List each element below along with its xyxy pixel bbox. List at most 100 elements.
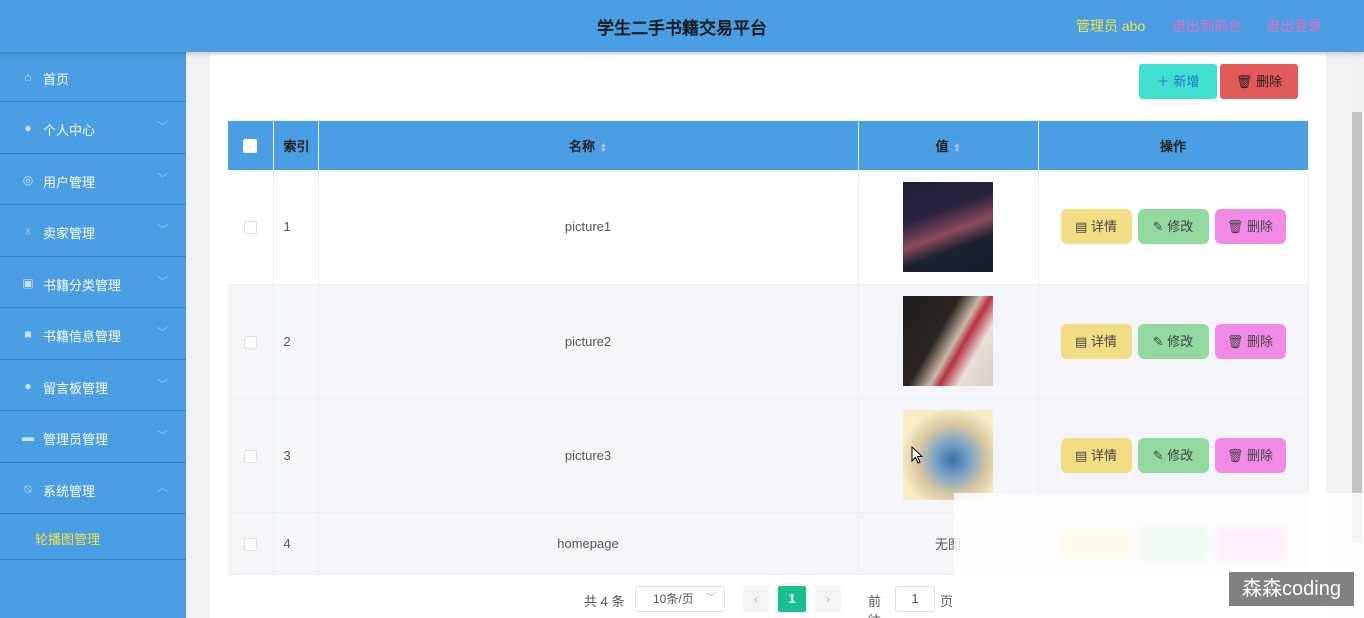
- batch-delete-button[interactable]: 🗑 删除: [1220, 64, 1298, 99]
- row-checkbox-cell: [228, 284, 274, 399]
- row-value: [858, 284, 1039, 399]
- goto-page-input[interactable]: 1: [895, 586, 935, 612]
- sidebar-item-label: 个人中心: [43, 123, 96, 138]
- row-index: 3: [273, 398, 319, 513]
- column-header-value[interactable]: 值 ▲ ▼: [858, 121, 1039, 170]
- book-icon: ■: [24, 327, 32, 341]
- pencil-icon: ✎: [1152, 447, 1168, 463]
- thumbnail-image[interactable]: [903, 181, 993, 272]
- sidebar-item-message-board-management[interactable]: ● 留言板管理 ﹀: [0, 360, 186, 411]
- compass-icon: ◎: [22, 172, 34, 187]
- row-checkbox[interactable]: [243, 449, 257, 463]
- chevron-right-icon: ›: [825, 591, 831, 606]
- page-size-select[interactable]: 10条/页 ﹀: [635, 586, 725, 612]
- sidebar-item-book-info-management[interactable]: ■ 书籍信息管理 ﹀: [0, 308, 186, 360]
- trash-icon: 🗑: [1226, 219, 1248, 235]
- user-icon: ●: [24, 378, 32, 393]
- detail-button[interactable]: ▤ 详情: [1060, 437, 1132, 473]
- bell-off-icon: ⍉: [24, 481, 32, 496]
- trash-icon: 🗑: [1226, 333, 1248, 349]
- pencil-icon: ✎: [1152, 219, 1168, 235]
- goto-label: 前往: [868, 594, 882, 618]
- sidebar-item-label: 卖家管理: [43, 226, 96, 241]
- sidebar-item-label: 管理员管理: [43, 432, 109, 447]
- edit-button[interactable]: ✎ 修改: [1137, 209, 1209, 245]
- edit-button-label: 修改: [1167, 219, 1194, 235]
- delete-button[interactable]: 🗑 删除: [1214, 323, 1286, 359]
- chevron-down-icon: ﹀: [157, 430, 168, 442]
- admin-user-label: 管理员 abo: [1076, 18, 1146, 34]
- watermark: 森森coding: [1229, 572, 1354, 606]
- sidebar-item-admin-management[interactable]: ▬ 管理员管理 ﹀: [0, 411, 186, 463]
- prev-page-button[interactable]: ‹: [743, 586, 769, 612]
- sidebar-item-user-management[interactable]: ◎ 用户管理 ﹀: [0, 154, 186, 205]
- sidebar-item-book-category-management[interactable]: ▣ 书籍分类管理 ﹀: [0, 257, 186, 308]
- chevron-down-icon: ﹀: [157, 275, 168, 288]
- row-checkbox[interactable]: [243, 335, 257, 349]
- edit-button[interactable]: ✎ 修改: [1137, 323, 1209, 359]
- trash-icon: 🗑: [1226, 447, 1248, 463]
- add-button[interactable]: ＋ 新增: [1139, 64, 1217, 99]
- row-index: 2: [273, 284, 319, 399]
- sidebar-item-system-management[interactable]: ⍉ 系统管理 ︿: [0, 463, 186, 514]
- document-icon: ▤: [1075, 219, 1091, 235]
- column-header-name[interactable]: 名称 ▲ ▼: [318, 121, 859, 170]
- column-header-actions: 操作: [1038, 121, 1309, 170]
- sidebar-subitem-carousel-management[interactable]: 轮播图管理: [0, 514, 186, 560]
- column-header-name-label: 名称: [569, 139, 596, 154]
- row-value: [858, 170, 1039, 285]
- chevron-up-icon: ︿: [157, 481, 168, 494]
- row-name: picture1: [318, 170, 859, 285]
- sidebar-item-home[interactable]: ⌂ 首页: [0, 52, 186, 102]
- row-checkbox[interactable]: [243, 221, 257, 235]
- row-checkbox-cell: [228, 398, 274, 513]
- detail-button-label: 详情: [1090, 333, 1117, 349]
- row-name: homepage: [318, 512, 859, 575]
- page-size-value: 10条/页: [653, 592, 694, 606]
- edit-button[interactable]: ✎ 修改: [1137, 437, 1209, 473]
- chevron-down-icon: ﹀: [157, 224, 168, 236]
- detail-button[interactable]: ▤ 详情: [1060, 323, 1132, 359]
- mouse-cursor-icon: [911, 446, 923, 464]
- column-header-index: 索引: [273, 121, 319, 170]
- row-name: picture2: [318, 284, 859, 399]
- sidebar-item-label: 留言板管理: [43, 380, 109, 396]
- row-index: 1: [273, 170, 319, 285]
- row-index: 4: [273, 512, 319, 575]
- delete-button[interactable]: 🗑 删除: [1214, 209, 1286, 245]
- thumbnail-image[interactable]: [903, 296, 993, 386]
- ticket-icon: ▬: [22, 430, 34, 444]
- detail-button[interactable]: ▤ 详情: [1060, 209, 1132, 245]
- current-page-button[interactable]: 1: [778, 586, 806, 612]
- sidebar-item-personal-center[interactable]: ● 个人中心 ﹀: [0, 102, 186, 154]
- trash-icon: 🗑: [1235, 74, 1253, 89]
- sort-icon[interactable]: ▲ ▼: [954, 142, 961, 154]
- logout-link[interactable]: 退出登录: [1266, 16, 1322, 36]
- edit-button-label: 修改: [1167, 333, 1194, 349]
- chevron-down-icon: ﹀: [157, 172, 168, 185]
- row-checkbox-cell: [228, 170, 274, 285]
- row-actions: ▤ 详情 ✎ 修改 🗑 删除: [1038, 284, 1309, 399]
- next-page-button[interactable]: ›: [815, 586, 841, 612]
- plus-icon: ＋: [1156, 74, 1170, 89]
- delete-button-label: 删除: [1247, 333, 1274, 349]
- microphone-icon: ♁: [23, 224, 33, 238]
- delete-button[interactable]: 🗑 删除: [1214, 437, 1286, 473]
- home-icon: ⌂: [24, 70, 32, 84]
- pencil-icon: ✎: [1152, 333, 1168, 349]
- sidebar-item-label: 用户管理: [43, 174, 96, 190]
- chevron-left-icon: ‹: [753, 591, 759, 606]
- back-to-frontend-link[interactable]: 退出到前台: [1172, 16, 1242, 36]
- row-name: picture3: [318, 398, 859, 513]
- sidebar-item-seller-management[interactable]: ♁ 卖家管理 ﹀: [0, 205, 186, 257]
- sidebar-item-label: 书籍分类管理: [43, 277, 122, 293]
- chevron-down-icon: ﹀: [157, 378, 168, 391]
- select-all-checkbox[interactable]: [243, 139, 258, 154]
- row-actions: ▤ 详情 ✎ 修改 🗑 删除: [1038, 170, 1309, 285]
- table-row: 2 picture2 ▤ 详情 ✎ 修改 🗑 删除: [228, 284, 1309, 399]
- scrollbar-thumb[interactable]: [1352, 112, 1362, 542]
- sort-icon[interactable]: ▲ ▼: [600, 142, 607, 154]
- row-checkbox[interactable]: [243, 537, 257, 551]
- top-header: 学生二手书籍交易平台 管理员 abo 退出到前台 退出登录: [0, 0, 1364, 52]
- select-all-cell: [228, 121, 274, 170]
